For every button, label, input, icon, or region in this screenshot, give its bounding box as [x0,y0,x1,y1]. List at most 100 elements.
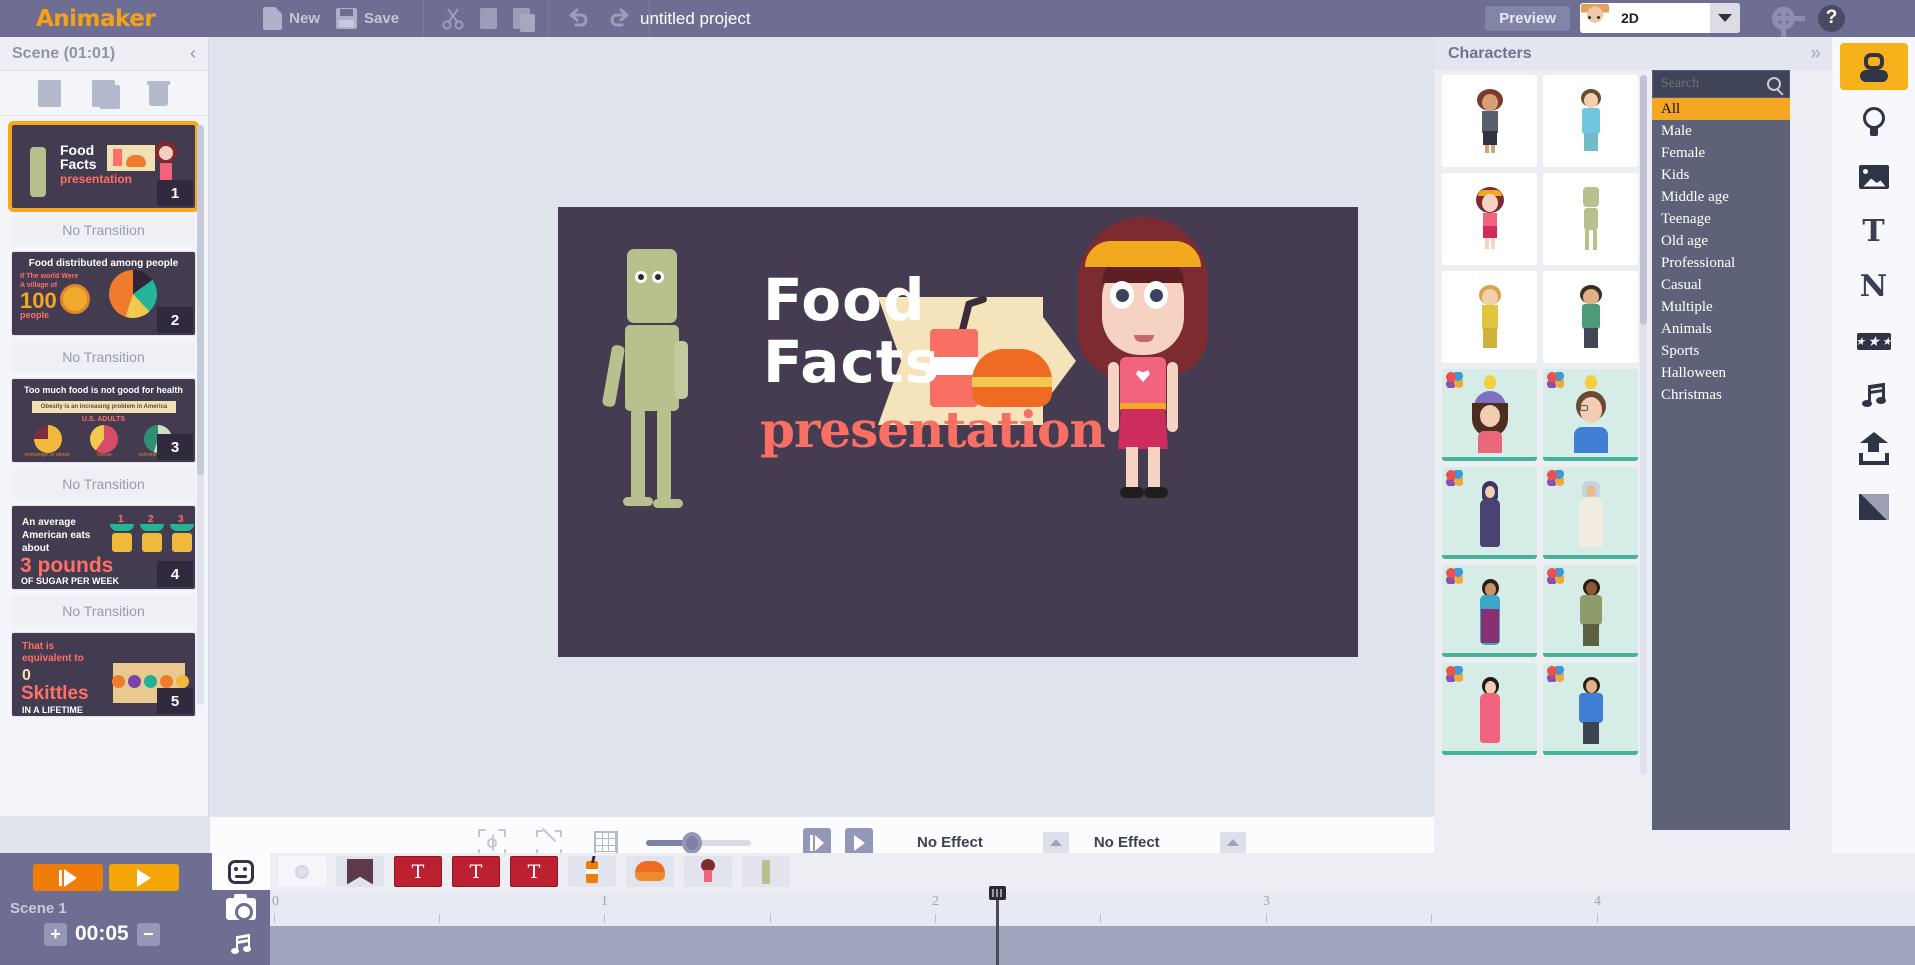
duplicate-scene-icon[interactable] [92,80,115,107]
character-cell[interactable] [1543,271,1638,363]
timeline-object-soda[interactable] [568,856,616,887]
timeline-object-burger[interactable] [626,856,674,887]
transition-3[interactable]: No Transition [12,469,195,499]
decrease-duration-button[interactable]: − [137,923,160,946]
character-cell[interactable] [1442,369,1537,461]
category-item-multiple[interactable]: Multiple [1652,296,1790,318]
fit-to-screen-icon[interactable] [536,830,562,856]
search-icon[interactable] [1767,77,1781,91]
category-item-sports[interactable]: Sports [1652,340,1790,362]
new-button[interactable]: New [255,0,328,37]
character-cell[interactable] [1442,467,1537,559]
paste-button[interactable] [505,0,538,37]
character-cell[interactable] [1442,75,1537,167]
character-cell[interactable] [1543,467,1638,559]
timeline-object-mummy[interactable] [742,856,790,887]
character-track-button[interactable] [212,853,270,890]
category-item-teenage[interactable]: Teenage [1652,208,1790,230]
search-row[interactable] [1652,70,1790,98]
collapse-library-icon[interactable]: » [1810,43,1818,65]
category-item-halloween[interactable]: Halloween [1652,362,1790,384]
timeline-track-area[interactable] [270,926,1915,965]
character-cell[interactable] [1543,173,1638,265]
character-cell[interactable] [1442,271,1537,363]
category-item-christmas[interactable]: Christmas [1652,384,1790,406]
transition-1[interactable]: No Transition [12,215,195,245]
zoom-slider[interactable] [646,840,751,846]
character-grid[interactable] [1442,75,1638,775]
delete-scene-icon[interactable] [147,80,170,107]
timeline-object-text-1[interactable]: T [394,856,442,887]
entry-effect-label[interactable]: No Effect [917,834,983,851]
category-item-animals[interactable]: Animals [1652,318,1790,340]
canvas-area[interactable]: Food Facts presentation [210,37,1434,816]
character-cell[interactable] [1442,663,1537,755]
scene-thumbnail-1[interactable]: Food Facts presentation 1 [12,125,195,208]
scene-item[interactable]: Food Facts presentation 1 [12,125,198,208]
preview-button[interactable]: Preview [1485,6,1570,31]
girl-character[interactable] [1078,217,1208,507]
category-item-male[interactable]: Male [1652,120,1790,142]
transition-4[interactable]: No Transition [12,596,195,626]
save-button[interactable]: Save [328,0,407,37]
grid-icon[interactable] [594,831,618,855]
stage-subtitle[interactable]: presentation [760,400,1105,459]
sidebar-item-characters[interactable] [1840,43,1908,90]
exit-effect-dropdown[interactable] [1220,832,1246,854]
increase-duration-button[interactable]: + [44,923,67,946]
character-cell[interactable] [1543,663,1638,755]
character-cell[interactable] [1543,75,1638,167]
stage-title[interactable]: Food Facts [763,269,940,393]
scene-list[interactable]: Food Facts presentation 1 No Transition [0,117,209,816]
scene-item[interactable]: Food distributed among people If The wor… [12,252,198,335]
burger-shape[interactable] [972,349,1052,407]
gear-icon[interactable] [1772,7,1795,30]
play-all-button[interactable] [109,864,179,891]
undo-button[interactable] [559,0,599,37]
transition-2[interactable]: No Transition [12,342,195,372]
scene-list-scrollbar[interactable] [197,125,204,705]
category-item-female[interactable]: Female [1652,142,1790,164]
mummy-character[interactable] [613,249,703,509]
timeline-object-girl[interactable] [684,856,732,887]
timeline-object-flag[interactable] [336,856,384,887]
timeline-ruler[interactable]: 0 1 2 3 4 [270,890,1915,926]
playhead-handle[interactable] [989,886,1006,900]
sidebar-item-text[interactable]: T [1840,208,1908,255]
chevron-down-icon[interactable] [1710,3,1740,33]
timeline-object-strip[interactable]: T T T [270,853,1915,890]
sidebar-item-music[interactable] [1840,373,1908,420]
timeline-object-text-3[interactable]: T [510,856,558,887]
sidebar-item-background[interactable] [1840,483,1908,530]
sidebar-item-images[interactable] [1840,153,1908,200]
character-cell[interactable] [1543,565,1638,657]
character-cell[interactable] [1543,369,1638,461]
search-input[interactable] [1661,76,1761,92]
category-item-kids[interactable]: Kids [1652,164,1790,186]
camera-track-button[interactable] [212,890,270,927]
help-icon[interactable]: ? [1818,5,1845,32]
character-cell[interactable] [1442,173,1537,265]
sidebar-item-effects[interactable]: ★★★ [1840,318,1908,365]
timeline-playhead[interactable] [996,890,999,965]
entry-effect-dropdown[interactable] [1043,832,1069,854]
category-item-old-age[interactable]: Old age [1652,230,1790,252]
timeline-object-text-2[interactable]: T [452,856,500,887]
scene-item[interactable]: Too much food is not good for health Obe… [12,379,198,462]
scene-thumbnail-4[interactable]: An average American eats about 1 2 3 [12,506,195,589]
sidebar-item-upload[interactable] [1840,428,1908,475]
scene-item[interactable]: An average American eats about 1 2 3 [12,506,198,589]
dimension-select[interactable]: 2D [1580,3,1740,33]
zoom-slider-handle[interactable] [682,832,702,854]
exit-effect-label[interactable]: No Effect [1094,834,1160,851]
cut-button[interactable] [434,0,472,37]
character-grid-scroll-thumb[interactable] [1640,75,1647,325]
scene-thumbnail-2[interactable]: Food distributed among people If The wor… [12,252,195,335]
category-item-all[interactable]: All [1652,98,1790,120]
category-item-middle-age[interactable]: Middle age [1652,186,1790,208]
sidebar-item-props[interactable] [1840,98,1908,145]
category-list[interactable]: All Male Female Kids Middle age Teenage … [1652,98,1790,406]
music-track-button[interactable] [212,927,270,964]
copy-button[interactable] [472,0,505,37]
scene-thumbnail-5[interactable]: That is equivalent to 0 Skittles IN A LI… [12,633,195,716]
